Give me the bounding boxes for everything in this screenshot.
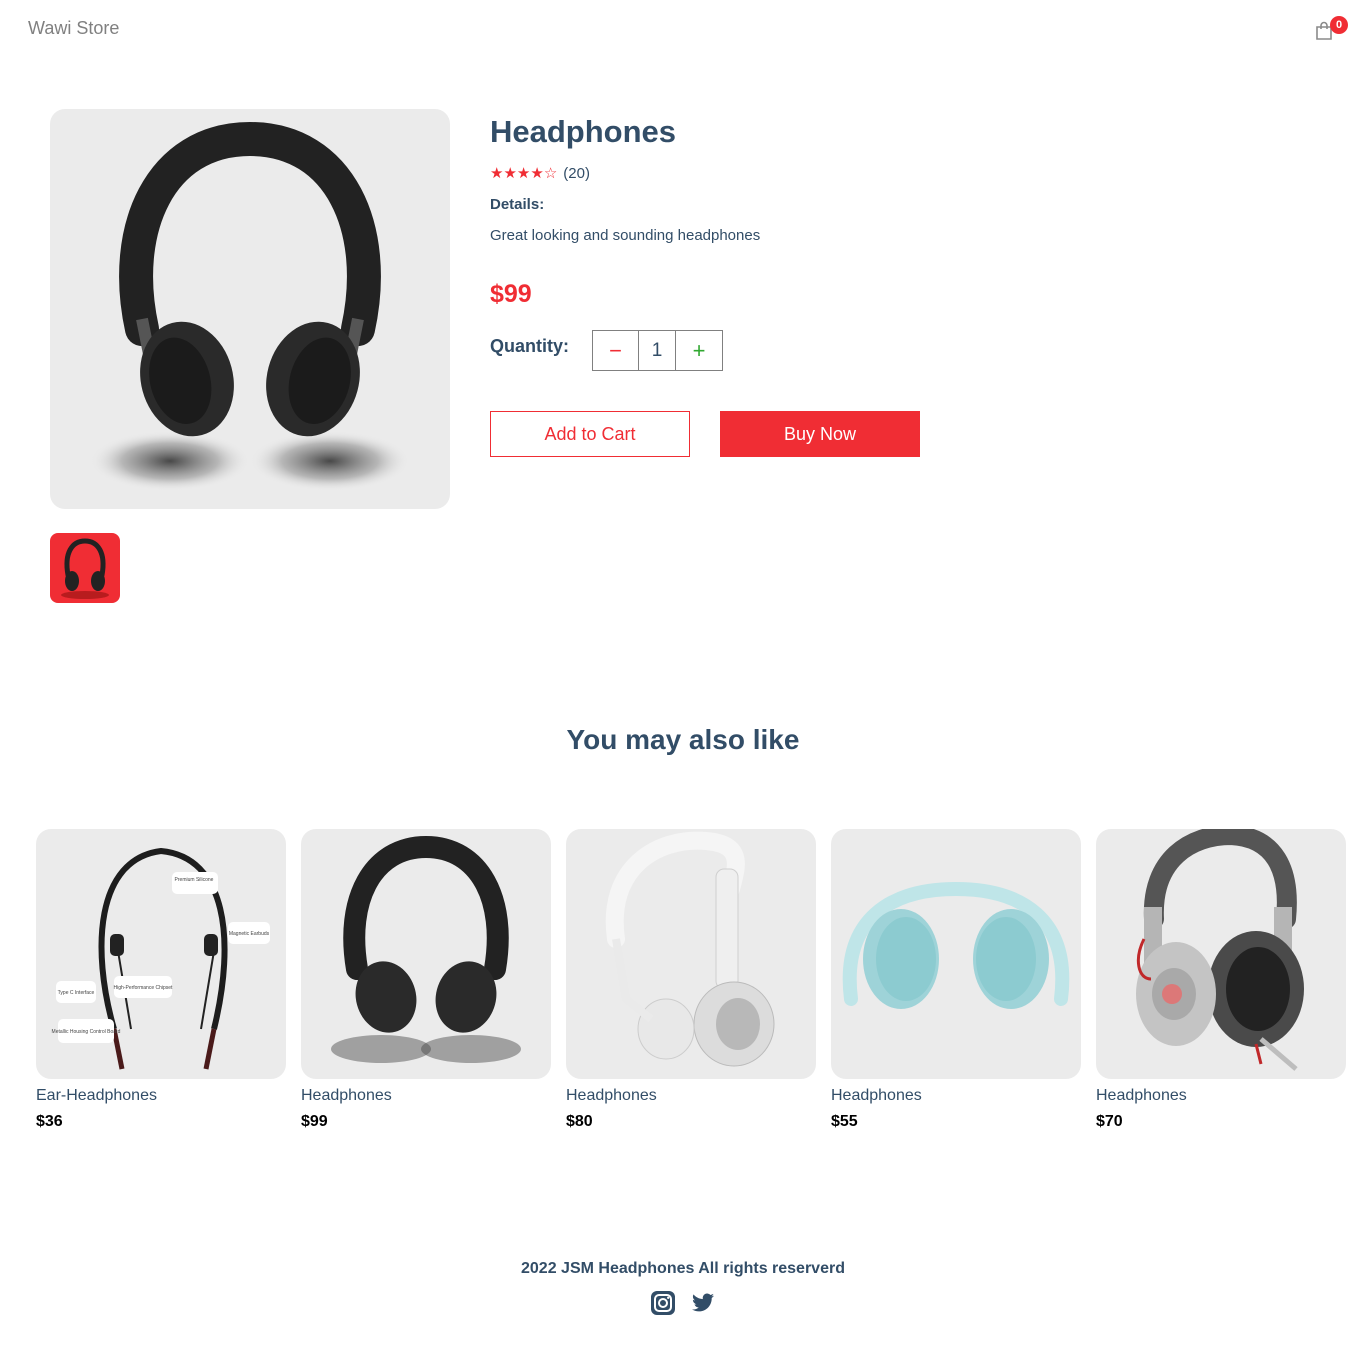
cart-button[interactable]: 0	[1312, 16, 1348, 44]
product-card-name: Headphones	[301, 1087, 392, 1104]
product-card[interactable]: Headphones $55	[831, 829, 1081, 1131]
quantity-value: 1	[639, 331, 676, 370]
navbar: Wawi Store 0	[0, 0, 1366, 60]
store-logo-link[interactable]: Wawi Store	[28, 18, 119, 39]
black-headphones-image	[331, 835, 521, 1063]
product-title: Headphones	[490, 114, 677, 149]
product-card-image	[566, 829, 816, 1079]
star-outline-icon: ☆	[543, 165, 558, 182]
callout-metallic-housing: Metallic Housing Control Board	[52, 1029, 121, 1035]
social-icons	[650, 1291, 720, 1317]
product-card-price: $55	[831, 1113, 858, 1130]
add-to-cart-button[interactable]: Add to Cart	[490, 411, 690, 457]
product-card-price: $36	[36, 1113, 63, 1130]
instagram-icon[interactable]	[651, 1291, 675, 1320]
white-headphones-image	[605, 831, 775, 1067]
increase-quantity-button[interactable]: +	[676, 331, 722, 370]
product-card-price: $80	[566, 1113, 593, 1130]
product-card-name: Headphones	[831, 1087, 922, 1104]
quantity-label: Quantity:	[490, 336, 569, 356]
decrease-quantity-button[interactable]: −	[593, 331, 639, 370]
star-icon: ★	[490, 165, 504, 182]
product-card[interactable]: Premium Silicone Magnetic Earbuds Type C…	[36, 829, 286, 1131]
product-card-price: $99	[301, 1113, 328, 1130]
recommendations-title: You may also like	[566, 724, 800, 755]
star-icon: ★	[530, 165, 544, 182]
quantity-stepper: − 1 +	[592, 330, 723, 371]
neckband-earphones-image: Premium Silicone Magnetic Earbuds Type C…	[52, 847, 270, 1070]
product-card-image	[301, 829, 551, 1079]
product-price: $99	[490, 280, 532, 308]
star-rating: ★★★★☆	[490, 164, 557, 182]
product-card-name: Ear-Headphones	[36, 1087, 157, 1104]
product-card[interactable]: Headphones $99	[301, 829, 551, 1131]
star-icon: ★	[503, 165, 517, 182]
product-card-name: Headphones	[1096, 1087, 1187, 1104]
teal-headphones-image	[842, 881, 1070, 1009]
callout-chipset: High-Performance Chipset	[114, 985, 174, 991]
product-card-name: Headphones	[566, 1087, 657, 1104]
headphones-image	[90, 121, 410, 491]
callout-type-c: Type C Interface	[58, 990, 95, 996]
cart-count-badge: 0	[1330, 16, 1348, 34]
details-label: Details:	[490, 196, 545, 213]
product-reviews: ★★★★☆ (20)	[490, 163, 590, 183]
product-main-image	[50, 109, 450, 509]
callout-magnetic-earbuds: Magnetic Earbuds	[229, 931, 270, 937]
product-card-price: $70	[1096, 1113, 1123, 1130]
product-thumbnail[interactable]	[50, 533, 120, 603]
review-count: (20)	[563, 164, 590, 182]
buy-now-button[interactable]: Buy Now	[720, 411, 920, 457]
headphones-thumbnail-image	[61, 538, 109, 599]
product-card[interactable]: Headphones $80	[566, 829, 816, 1131]
product-card[interactable]: Headphones $70	[1096, 829, 1346, 1131]
star-icon: ★	[516, 165, 531, 182]
twitter-icon[interactable]	[690, 1291, 716, 1320]
product-details: Great looking and sounding headphones	[490, 227, 761, 244]
product-card-image: Premium Silicone Magnetic Earbuds Type C…	[36, 829, 286, 1079]
product-card-image	[1096, 829, 1346, 1079]
footer-copyright: 2022 JSM Headphones All rights reserverd	[521, 1260, 845, 1277]
gaming-headset-image	[1136, 829, 1304, 1071]
callout-premium-silicone: Premium Silicone	[175, 877, 214, 883]
product-card-image	[831, 829, 1081, 1079]
